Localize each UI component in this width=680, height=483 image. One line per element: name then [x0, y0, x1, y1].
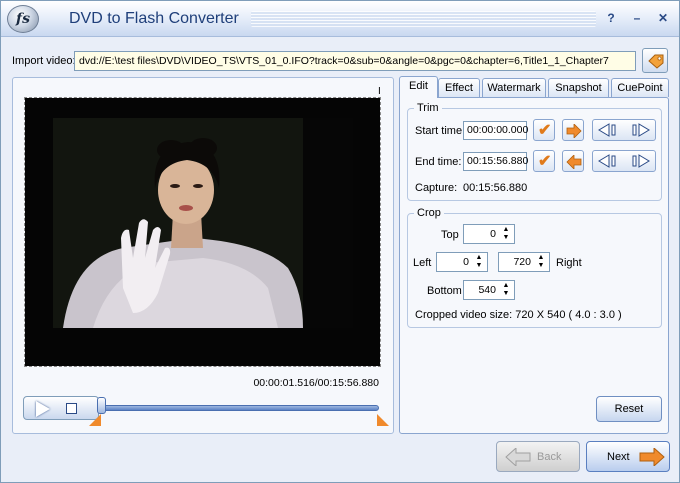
crop-right-stepper[interactable]: 720 ▲ ▼ — [498, 252, 550, 272]
tab-snapshot[interactable]: Snapshot — [548, 78, 609, 97]
browse-button[interactable] — [642, 48, 668, 73]
crop-right-value: 720 — [513, 256, 531, 268]
minimize-button[interactable]: – — [627, 9, 647, 27]
trim-end-marker[interactable] — [377, 414, 389, 426]
prev-frame-icon — [598, 123, 616, 137]
tab-edit[interactable]: Edit — [399, 76, 438, 98]
spin-arrows-icon[interactable]: ▲ ▼ — [473, 254, 485, 270]
end-time-label: End time: — [415, 156, 462, 168]
crop-bottom-stepper[interactable]: 540 ▲ ▼ — [463, 280, 515, 300]
start-frame-step-buttons[interactable] — [592, 119, 656, 141]
app-title: DVD to Flash Converter — [69, 10, 239, 27]
title-bar: fs DVD to Flash Converter ? – ✕ — [1, 1, 679, 37]
arrow-left-icon — [505, 448, 531, 466]
arrow-right-icon — [566, 124, 582, 138]
cropped-size-text: Cropped video size: 720 X 540 ( 4.0 : 3.… — [415, 309, 622, 321]
back-button[interactable]: Back — [496, 441, 580, 472]
crop-top-stepper[interactable]: 0 ▲ ▼ — [463, 224, 515, 244]
next-button[interactable]: Next — [586, 441, 670, 472]
reset-button[interactable]: Reset — [596, 396, 662, 422]
playback-timecode: 00:00:01.516/00:15:56.880 — [253, 377, 379, 389]
stop-icon[interactable] — [66, 403, 77, 414]
prev-frame-icon — [598, 154, 616, 168]
help-button[interactable]: ? — [601, 9, 621, 27]
set-end-button[interactable]: ✔ — [533, 150, 555, 172]
seek-thumb[interactable] — [97, 397, 107, 414]
tab-watermark[interactable]: Watermark — [482, 78, 546, 97]
close-button[interactable]: ✕ — [653, 9, 673, 27]
end-time-input[interactable]: 00:15:56.880 — [463, 152, 528, 171]
next-frame-icon — [632, 123, 650, 137]
checkmark-icon: ✔ — [538, 122, 552, 139]
trim-start-marker[interactable] — [89, 414, 101, 426]
crop-right-label: Right — [556, 257, 582, 269]
app-logo-icon: fs — [7, 5, 39, 33]
import-video-field[interactable]: dvd://E:\test files\DVD\VIDEO_TS\VTS_01_… — [74, 51, 636, 71]
back-button-label: Back — [537, 451, 562, 463]
crop-bottom-value: 540 — [478, 284, 496, 296]
crop-left-value: 0 — [463, 256, 469, 268]
start-time-label: Start time: — [415, 125, 466, 137]
tab-effect[interactable]: Effect — [438, 78, 480, 97]
tab-cuepoint[interactable]: CuePoint — [611, 78, 669, 97]
start-time-input[interactable]: 00:00:00.000 — [463, 121, 528, 140]
video-frame-image — [53, 118, 353, 328]
arrow-right-icon — [639, 448, 665, 466]
crop-group-title: Crop — [414, 207, 444, 219]
play-icon[interactable] — [36, 401, 50, 417]
preview-corner-marker: I — [378, 86, 381, 97]
crop-bottom-label: Bottom — [427, 285, 462, 297]
capture-label: Capture: — [415, 182, 458, 194]
app-window: fs DVD to Flash Converter ? – ✕ Import v… — [0, 0, 680, 483]
spin-arrows-icon[interactable]: ▲ ▼ — [500, 226, 512, 242]
next-frame-icon — [632, 154, 650, 168]
checkmark-icon: ✔ — [538, 153, 552, 170]
preview-panel: I 00:00:01.516/00:15:56.880 — [12, 77, 394, 434]
set-start-button[interactable]: ✔ — [533, 119, 555, 141]
goto-end-button[interactable] — [562, 150, 584, 172]
trim-group-title: Trim — [414, 102, 442, 114]
crop-top-value: 0 — [490, 228, 496, 240]
next-button-label: Next — [607, 451, 630, 463]
goto-start-button[interactable] — [562, 119, 584, 141]
import-video-label: Import video: — [12, 55, 76, 67]
crop-top-label: Top — [441, 229, 459, 241]
video-preview — [24, 97, 381, 367]
video-frame-illustration — [53, 118, 353, 328]
tag-icon — [648, 54, 664, 69]
spin-arrows-icon[interactable]: ▲ ▼ — [535, 254, 547, 270]
seek-track[interactable] — [101, 405, 379, 411]
playback-controls — [23, 396, 99, 420]
end-frame-step-buttons[interactable] — [592, 150, 656, 172]
capture-value: 00:15:56.880 — [463, 182, 528, 194]
spin-arrows-icon[interactable]: ▲ ▼ — [500, 282, 512, 298]
title-decoration — [251, 11, 596, 27]
crop-left-label: Left — [413, 257, 432, 269]
arrow-left-icon — [566, 155, 582, 169]
crop-left-stepper[interactable]: 0 ▲ ▼ — [436, 252, 488, 272]
